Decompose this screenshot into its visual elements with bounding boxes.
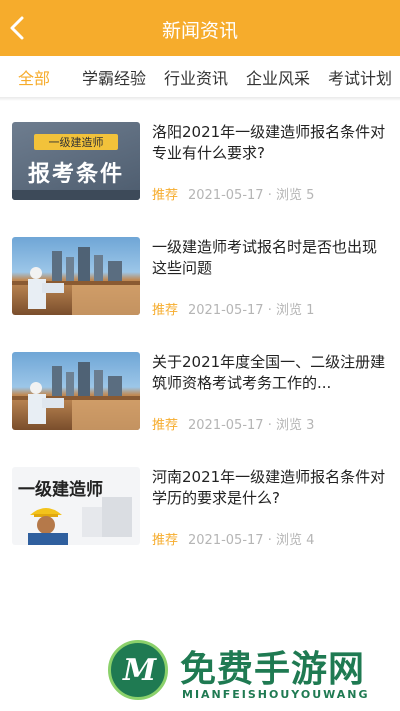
thumb-footer-bar: [12, 190, 140, 200]
category-tabs: 全部 学霸经验 行业资讯 企业风采 考试计划: [0, 56, 400, 98]
meta-separator: ·: [263, 533, 276, 548]
thumb-badge-text: 一级建造师: [48, 136, 104, 149]
article-thumbnail: 一级建造师 报考条件: [12, 122, 140, 200]
page-title: 新闻资讯: [161, 20, 238, 42]
article-item[interactable]: 一级建造师 河南2021年一级建造师报名条件对学历的要求是什么? 推荐 2021-…: [0, 445, 400, 560]
tab-company-style[interactable]: 企业风采: [246, 65, 310, 89]
tab-industry-news[interactable]: 行业资讯: [164, 65, 228, 89]
article-views: 浏览 5: [275, 188, 315, 203]
construction-site-image: [12, 362, 140, 430]
article-item[interactable]: 关于2021年度全国一、二级注册建筑师资格考试考务工作的... 推荐 2021-0…: [0, 330, 400, 445]
site-watermark: M 免费手游网 MIANFEISHOUYOUWANG: [100, 636, 400, 706]
article-date: 2021-05-17: [188, 188, 264, 203]
article-title: 洛阳2021年一级建造师报名条件对专业有什么要求?: [152, 123, 386, 162]
article-meta: 推荐 2021-05-17 · 浏览 4: [152, 529, 314, 548]
worker-image: [28, 497, 132, 545]
article-date: 2021-05-17: [188, 303, 264, 318]
meta-separator: ·: [263, 188, 276, 203]
article-tag: 推荐: [152, 188, 179, 203]
article-tag: 推荐: [152, 303, 179, 318]
thumb-headline: 报考条件: [27, 162, 124, 187]
article-thumbnail: [12, 237, 140, 315]
meta-separator: ·: [263, 418, 276, 433]
article-meta: 推荐 2021-05-17 · 浏览 5: [152, 184, 314, 203]
construction-site-image: [12, 247, 140, 315]
article-item[interactable]: 一级建造师 报考条件 洛阳2021年一级建造师报名条件对专业有什么要求? 推荐 2…: [0, 100, 400, 215]
article-item[interactable]: 一级建造师考试报名时是否也出现这些问题 推荐 2021-05-17 · 浏览 1: [0, 215, 400, 330]
app-header: 新闻资讯: [0, 0, 400, 56]
watermark-title: 免费手游网: [180, 649, 366, 690]
meta-separator: ·: [263, 303, 276, 318]
article-thumbnail: 一级建造师: [12, 467, 140, 545]
article-views: 浏览 4: [275, 533, 315, 548]
article-date: 2021-05-17: [188, 418, 264, 433]
article-title: 关于2021年度全国一、二级注册建筑师资格考试考务工作的...: [152, 353, 386, 392]
article-date: 2021-05-17: [188, 533, 264, 548]
watermark-subtitle: MIANFEISHOUYOUWANG: [182, 688, 370, 701]
article-meta: 推荐 2021-05-17 · 浏览 1: [152, 299, 314, 318]
article-title: 一级建造师考试报名时是否也出现这些问题: [152, 238, 378, 277]
tab-all[interactable]: 全部: [18, 65, 50, 89]
article-title: 河南2021年一级建造师报名条件对学历的要求是什么?: [152, 468, 386, 507]
article-thumbnail: [12, 352, 140, 430]
article-views: 浏览 3: [275, 418, 315, 433]
watermark-logo: M: [108, 640, 168, 700]
article-meta: 推荐 2021-05-17 · 浏览 3: [152, 414, 314, 433]
tab-study-experience[interactable]: 学霸经验: [82, 65, 146, 89]
article-tag: 推荐: [152, 533, 179, 548]
article-tag: 推荐: [152, 418, 179, 433]
tab-exam-plan[interactable]: 考试计划: [328, 65, 392, 89]
article-views: 浏览 1: [275, 303, 315, 318]
watermark-logo-letter: M: [123, 653, 157, 688]
